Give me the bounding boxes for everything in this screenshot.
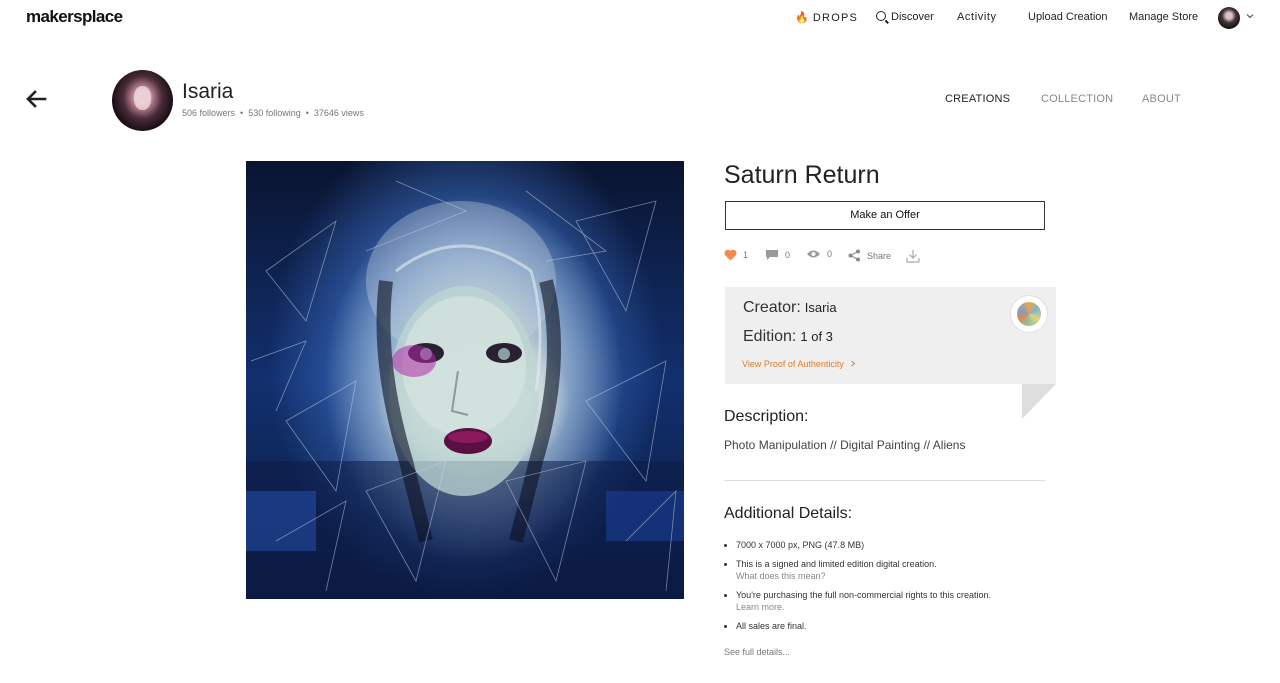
- nav-discover[interactable]: Discover: [876, 11, 934, 23]
- detail-text: This is a signed and limited edition dig…: [736, 559, 937, 569]
- nav-discover-label: Discover: [891, 11, 934, 23]
- profile-name[interactable]: Isaria: [182, 80, 233, 104]
- download-button[interactable]: [906, 249, 926, 263]
- chevron-right-icon: [851, 360, 856, 367]
- tab-about[interactable]: ABOUT: [1142, 93, 1181, 105]
- like-count: 1: [743, 250, 749, 260]
- creation-title: Saturn Return: [724, 161, 880, 189]
- tab-collection[interactable]: COLLECTION: [1041, 93, 1113, 105]
- comment-count: 0: [785, 250, 791, 260]
- flame-icon: 🔥: [795, 12, 810, 24]
- top-nav: makersplace 🔥 DROPS Discover Activity Upl…: [0, 0, 1280, 36]
- like-button[interactable]: 1: [724, 249, 748, 261]
- nav-manage-store[interactable]: Manage Store: [1129, 11, 1198, 23]
- chevron-down-icon[interactable]: [1246, 12, 1254, 20]
- description-text: Photo Manipulation // Digital Painting /…: [724, 438, 966, 452]
- nav-activity[interactable]: Activity: [957, 11, 997, 23]
- creator-label: Creator:: [743, 299, 801, 316]
- detail-text: All sales are final.: [736, 621, 807, 631]
- badge-emblem: [1017, 302, 1041, 326]
- views-indicator: 0: [806, 249, 832, 259]
- edition-value: 1 of 3: [800, 329, 833, 344]
- comment-icon: [766, 250, 778, 260]
- following-count[interactable]: 530 following: [248, 108, 301, 118]
- learn-more-link[interactable]: Learn more.: [736, 601, 1056, 613]
- eye-icon: [807, 250, 820, 258]
- back-arrow-icon[interactable]: [25, 88, 47, 110]
- profile-stats: 506 followers • 530 following • 37646 views: [182, 108, 364, 118]
- logo[interactable]: makersplace: [26, 7, 123, 27]
- share-button[interactable]: Share: [848, 249, 891, 262]
- list-item: You're purchasing the full non-commercia…: [736, 589, 1056, 613]
- make-offer-button[interactable]: Make an Offer: [725, 201, 1045, 230]
- artwork-drawing: [246, 180, 684, 599]
- followers-count[interactable]: 506 followers: [182, 108, 235, 118]
- authenticity-badge[interactable]: [1011, 296, 1047, 332]
- view-count: 0: [827, 249, 833, 259]
- page-fold-decoration: [1022, 384, 1056, 419]
- what-does-this-mean-link[interactable]: What does this mean?: [736, 570, 1056, 582]
- details-list: 7000 x 7000 px, PNG (47.8 MB) This is a …: [736, 539, 1056, 639]
- comment-button[interactable]: 0: [765, 249, 790, 261]
- see-full-details-link[interactable]: See full details...: [724, 647, 790, 657]
- search-icon: [876, 11, 886, 21]
- edition-row: Edition: 1 of 3: [743, 328, 833, 346]
- profile-avatar[interactable]: [112, 70, 173, 131]
- list-item: This is a signed and limited edition dig…: [736, 558, 1056, 582]
- proof-link-label: View Proof of Authenticity: [742, 359, 844, 369]
- creator-value[interactable]: Isaria: [805, 300, 837, 315]
- artwork-image[interactable]: [246, 161, 684, 599]
- detail-text: 7000 x 7000 px, PNG (47.8 MB): [736, 540, 865, 550]
- description-title: Description:: [724, 408, 809, 425]
- share-icon: [848, 249, 860, 262]
- divider: [724, 480, 1045, 481]
- list-item: 7000 x 7000 px, PNG (47.8 MB): [736, 539, 1056, 551]
- creator-row: Creator: Isaria: [743, 299, 837, 317]
- edition-label: Edition:: [743, 328, 797, 345]
- nav-drops[interactable]: 🔥 DROPS: [795, 11, 858, 24]
- detail-text: You're purchasing the full non-commercia…: [736, 590, 992, 600]
- share-label: Share: [867, 250, 892, 261]
- additional-details-title: Additional Details:: [724, 505, 853, 522]
- views-count: 37646 views: [313, 108, 364, 118]
- proof-of-authenticity-link[interactable]: View Proof of Authenticity: [742, 359, 856, 369]
- user-avatar[interactable]: [1218, 7, 1240, 29]
- nav-drops-label: DROPS: [812, 12, 859, 24]
- list-item: All sales are final.: [736, 620, 1056, 632]
- tab-creations[interactable]: CREATIONS: [945, 93, 1010, 105]
- heart-icon: [724, 249, 737, 261]
- nav-upload-creation[interactable]: Upload Creation: [1028, 11, 1108, 23]
- download-icon: [906, 250, 920, 263]
